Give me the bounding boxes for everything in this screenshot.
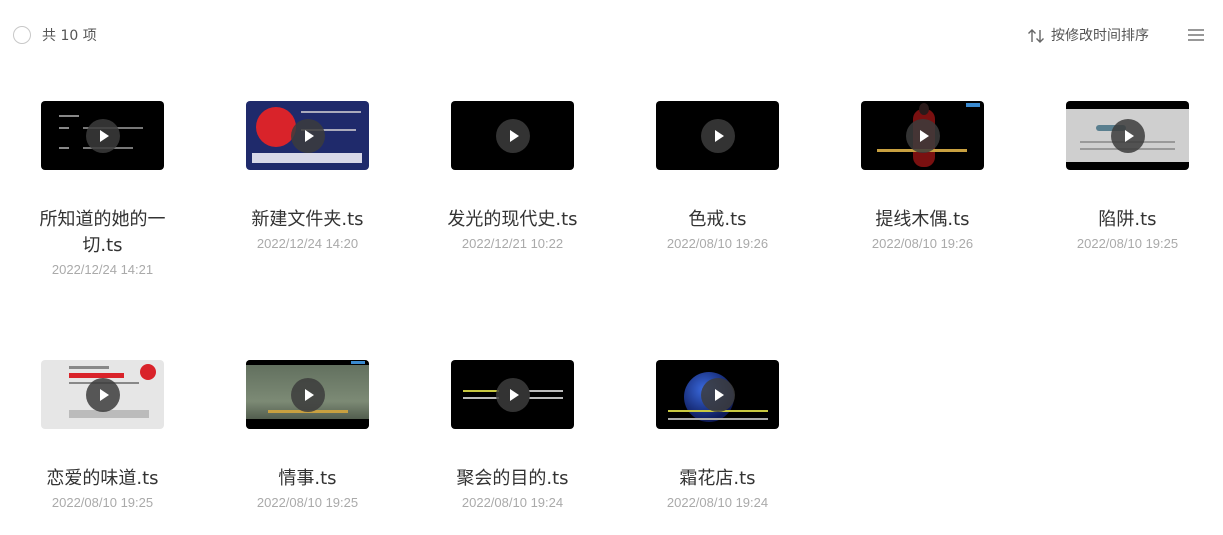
play-icon [495, 118, 530, 153]
file-date: 2022/08/10 19:24 [666, 495, 769, 510]
file-date: 2022/08/10 19:24 [461, 495, 564, 510]
play-icon [700, 377, 735, 412]
file-name: 陷阱.ts [1098, 209, 1157, 230]
play-icon [1110, 118, 1145, 153]
file-item[interactable]: 提线木偶.ts 2022/08/10 19:26 [820, 101, 1025, 251]
file-date: 2022/08/10 19:25 [256, 495, 359, 510]
file-item[interactable]: 霜花店.ts 2022/08/10 19:24 [615, 360, 820, 510]
file-name: 提线木偶.ts [875, 209, 970, 230]
file-name: 情事.ts [278, 468, 337, 489]
play-icon [700, 118, 735, 153]
play-icon [290, 118, 325, 153]
file-item[interactable]: 陷阱.ts 2022/08/10 19:25 [1025, 101, 1223, 251]
file-date: 2022/12/24 14:20 [256, 236, 359, 251]
file-item[interactable]: 发光的现代史.ts 2022/12/21 10:22 [410, 101, 615, 251]
video-thumbnail [861, 101, 984, 170]
file-item[interactable]: 聚会的目的.ts 2022/08/10 19:24 [410, 360, 615, 510]
file-name: 恋爱的味道.ts [46, 468, 159, 489]
file-item[interactable]: 情事.ts 2022/08/10 19:25 [205, 360, 410, 510]
play-icon [85, 377, 120, 412]
video-thumbnail [246, 101, 369, 170]
file-item[interactable]: 恋爱的味道.ts 2022/08/10 19:25 [0, 360, 205, 510]
file-name: 霜花店.ts [679, 468, 756, 489]
file-name: 所知道的她的一切.ts [39, 209, 166, 256]
video-thumbnail [41, 101, 164, 170]
file-date: 2022/12/21 10:22 [461, 236, 564, 251]
file-date: 2022/08/10 19:25 [1076, 236, 1179, 251]
play-icon [290, 377, 325, 412]
file-name: 聚会的目的.ts [456, 468, 569, 489]
play-icon [905, 118, 940, 153]
video-thumbnail [1066, 101, 1189, 170]
file-grid: 所知道的她的一切.ts 2022/12/24 14:21 新建文件夹.ts 20… [0, 0, 1223, 535]
file-date: 2022/12/24 14:21 [51, 262, 154, 277]
file-item[interactable]: 色戒.ts 2022/08/10 19:26 [615, 101, 820, 251]
video-thumbnail [451, 360, 574, 429]
play-icon [495, 377, 530, 412]
file-date: 2022/08/10 19:25 [51, 495, 154, 510]
video-thumbnail [246, 360, 369, 429]
file-date: 2022/08/10 19:26 [666, 236, 769, 251]
video-thumbnail [451, 101, 574, 170]
file-item[interactable]: 新建文件夹.ts 2022/12/24 14:20 [205, 101, 410, 251]
video-thumbnail [656, 360, 779, 429]
file-date: 2022/08/10 19:26 [871, 236, 974, 251]
file-name: 新建文件夹.ts [251, 209, 364, 230]
video-thumbnail [656, 101, 779, 170]
file-name: 色戒.ts [688, 209, 747, 230]
play-icon [85, 118, 120, 153]
video-thumbnail [41, 360, 164, 429]
file-name: 发光的现代史.ts [447, 209, 578, 230]
file-item[interactable]: 所知道的她的一切.ts 2022/12/24 14:21 [0, 101, 205, 277]
